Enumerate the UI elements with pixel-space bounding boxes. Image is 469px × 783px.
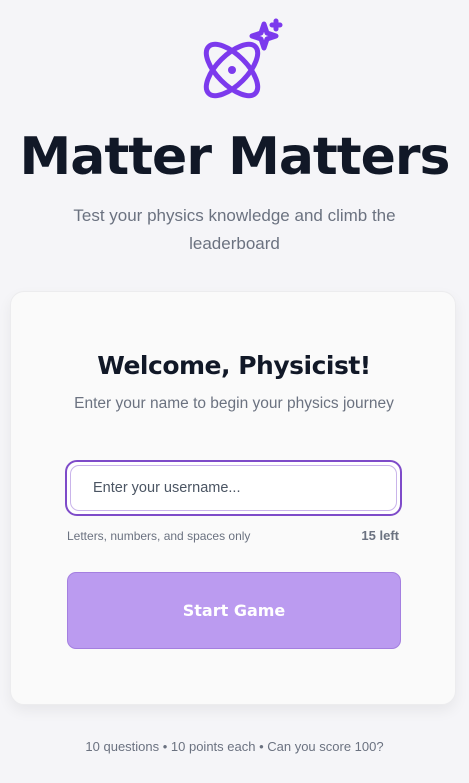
- characters-remaining: 15 left: [361, 528, 399, 543]
- card-subtitle: Enter your name to begin your physics jo…: [74, 395, 394, 412]
- game-rules-note: 10 questions • 10 points each • Can you …: [85, 739, 384, 754]
- app-title: Matter Matters: [19, 127, 451, 187]
- username-hint: Letters, numbers, and spaces only: [67, 529, 251, 543]
- atom-sparkle-icon: [194, 18, 284, 108]
- username-field-wrapper: [65, 460, 402, 516]
- username-input[interactable]: [70, 465, 397, 511]
- start-game-button[interactable]: Start Game: [67, 572, 401, 649]
- welcome-card: Welcome, Physicist! Enter your name to b…: [10, 291, 456, 705]
- card-title: Welcome, Physicist!: [97, 351, 371, 380]
- app-subtitle: Test your physics knowledge and climb th…: [73, 206, 396, 253]
